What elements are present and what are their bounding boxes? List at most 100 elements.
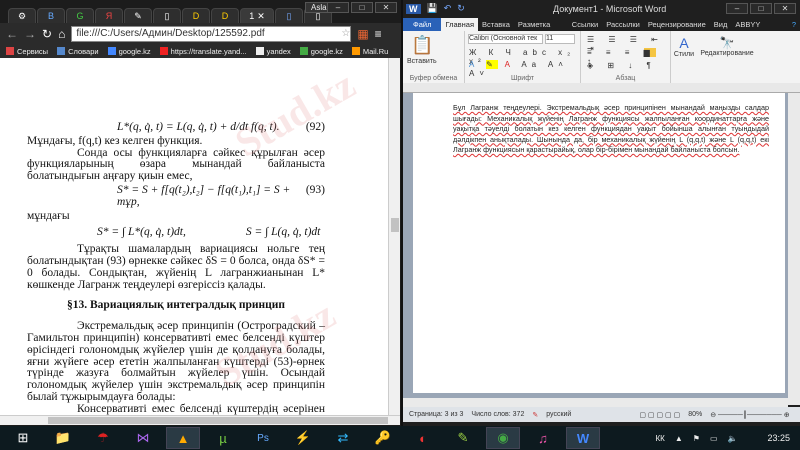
browser-tab[interactable]: ▯ <box>275 8 303 23</box>
ruler <box>403 83 800 93</box>
word-window: W 💾 ↶ ↻ Документ1 - Microsoft Word – □ ✕ Ф… <box>403 0 800 426</box>
editing-button[interactable]: 🔭 Редактирование <box>697 31 757 83</box>
network-icon[interactable]: ▭ <box>710 434 718 443</box>
star-icon[interactable]: ☆ <box>341 28 350 39</box>
browser-tab[interactable]: D <box>182 8 210 23</box>
word-icon[interactable]: W <box>566 427 600 449</box>
vertical-scrollbar[interactable] <box>388 58 400 415</box>
font-size-select[interactable]: 11 <box>545 34 575 44</box>
bookmark[interactable]: https://translate.yand... <box>159 46 247 56</box>
paste-button[interactable]: Вставить <box>407 58 437 65</box>
zoom-slider[interactable]: ⊖ ─────┃─────── ⊕ <box>710 411 789 419</box>
paragraph: Тұрақты шамалардың вариациясы нольге тең… <box>27 243 325 291</box>
bookmark[interactable]: Словари <box>57 46 99 56</box>
section-heading: §13. Вариациялық интегралдық принцип <box>67 299 285 312</box>
menu-icon[interactable]: ≡ <box>375 27 382 41</box>
key-icon[interactable]: 🔑 <box>366 427 400 449</box>
back-icon[interactable]: ← <box>6 27 18 41</box>
scrollbar-thumb[interactable] <box>391 218 399 232</box>
itunes-icon[interactable]: ♫ <box>526 427 560 449</box>
binoculars-icon: 🔭 <box>719 36 735 50</box>
browser-tab[interactable]: G <box>66 8 94 23</box>
horizontal-scrollbar[interactable] <box>0 415 400 425</box>
bookmark[interactable]: Сервисы <box>6 46 48 56</box>
close-button[interactable]: ✕ <box>375 2 397 13</box>
close-icon[interactable]: ✕ <box>257 11 265 22</box>
minimize-button[interactable]: – <box>726 3 748 14</box>
language-indicator[interactable]: КК <box>656 434 665 443</box>
browser-tabs: ⚙ B G Я ✎ ▯ D D 1 ✕ ▯ ▯ <box>8 8 332 23</box>
equation-number: (92) <box>305 121 325 133</box>
close-button[interactable]: ✕ <box>774 3 796 14</box>
red-app-icon[interactable]: ◐ <box>406 427 440 449</box>
paragraph: Мұндағы, f(q,t) кез келген функция. <box>27 134 203 147</box>
extension-icon[interactable]: ▦ <box>357 27 368 41</box>
tab-references[interactable]: Ссылки <box>568 18 602 31</box>
styles-button[interactable]: A Стили <box>671 31 697 83</box>
forward-icon[interactable]: → <box>24 27 36 41</box>
save-icon[interactable]: 💾 <box>427 3 438 14</box>
tab-insert[interactable]: Вставка <box>478 18 514 31</box>
shading-buttons[interactable]: ◈ ⊞ ↓ ¶ <box>587 61 657 70</box>
umbrella-icon[interactable]: ☂ <box>86 427 120 449</box>
browser-tab[interactable]: ▯ <box>153 8 181 23</box>
browser-tab-active[interactable]: 1 ✕ <box>240 8 274 23</box>
maximize-button[interactable]: □ <box>750 3 772 14</box>
utorrent-icon[interactable]: µ <box>206 427 240 449</box>
horizontal-scrollbar[interactable] <box>403 398 788 407</box>
vertical-scrollbar[interactable] <box>788 93 800 405</box>
word-count[interactable]: Число слов: 372 <box>471 411 524 418</box>
help-icon[interactable]: ? <box>788 18 800 31</box>
font-name-select[interactable]: Calibri (Основной тек <box>468 34 543 44</box>
browser-tab[interactable]: D <box>211 8 239 23</box>
maximize-button[interactable]: □ <box>351 2 373 13</box>
bookmark[interactable]: Mail.Ru <box>351 46 388 56</box>
visual-studio-icon[interactable]: ⋈ <box>126 427 160 449</box>
page-count[interactable]: Страница: 3 из 3 <box>409 411 463 418</box>
tab-mailings[interactable]: Рассылки <box>602 18 644 31</box>
view-buttons[interactable]: ▢ ▢ ▢ ▢ ▢ <box>639 411 680 419</box>
scrollbar-thumb[interactable] <box>48 417 388 424</box>
equation-integrals: S* = ∫ L*(q, q̇, t)dt, S = ∫ L(q, q̇, t)d… <box>27 227 325 239</box>
paragraph: Консервативті емес белсенді күштердің әс… <box>27 402 325 415</box>
start-button[interactable]: ⊞ <box>6 427 40 449</box>
font-group: Calibri (Основной тек 11 Ж К Ч abc x₂ x²… <box>465 31 581 83</box>
bookmark[interactable]: google.kz <box>299 46 343 56</box>
flag-icon[interactable]: ⚑ <box>693 434 700 443</box>
home-icon[interactable]: ⌂ <box>58 27 65 41</box>
aimp-icon[interactable]: ▲ <box>166 427 200 449</box>
lightning-icon[interactable]: ⚡ <box>286 427 320 449</box>
volume-icon[interactable]: 🔈 <box>728 434 738 443</box>
clock[interactable]: 23:25 <box>767 433 790 443</box>
proofing-icon[interactable]: ✎ <box>532 411 538 419</box>
reload-icon[interactable]: ↻ <box>42 27 52 41</box>
document-page[interactable]: Бұл Лагранж теңдеулері. Экстремальдық әс… <box>413 93 785 393</box>
minimize-button[interactable]: – <box>327 2 349 13</box>
language[interactable]: русский <box>546 411 571 418</box>
address-bar[interactable]: file:///C:/Users/Админ/Desktop/125592.pd… <box>71 25 352 42</box>
tab-review[interactable]: Рецензирование <box>644 18 710 31</box>
browser-tab[interactable]: ✎ <box>124 8 152 23</box>
notepad-icon[interactable]: ✎ <box>446 427 480 449</box>
tab-view[interactable]: Вид <box>710 18 732 31</box>
teamviewer-icon[interactable]: ⇄ <box>326 427 360 449</box>
chrome-icon[interactable]: ◉ <box>486 427 520 449</box>
equation: L*(q, q̇, t) = L(q, q̇, t) + d/dt f(q, t… <box>117 121 280 133</box>
tab-home[interactable]: Главная <box>441 18 478 31</box>
show-hidden-icon[interactable]: ▲ <box>675 434 683 443</box>
bookmarks-bar: Сервисы Словари google.kz https://transl… <box>0 44 401 58</box>
bookmark[interactable]: google.kz <box>107 46 151 56</box>
bookmark[interactable]: yandex <box>255 46 291 56</box>
browser-tab[interactable]: Я <box>95 8 123 23</box>
browser-tab[interactable]: ⚙ <box>8 8 36 23</box>
zoom-level[interactable]: 80% <box>688 411 702 418</box>
browser-tab[interactable]: B <box>37 8 65 23</box>
explorer-icon[interactable]: 📁 <box>46 427 80 449</box>
word-title-bar: W 💾 ↶ ↻ Документ1 - Microsoft Word – □ ✕ <box>403 0 800 17</box>
photoshop-icon[interactable]: Ps <box>246 427 280 449</box>
tab-page-layout[interactable]: Разметка страниц <box>514 18 568 42</box>
tab-file[interactable]: Файл <box>403 18 442 31</box>
redo-icon[interactable]: ↻ <box>457 3 465 14</box>
undo-icon[interactable]: ↶ <box>444 3 452 14</box>
tab-abbyy[interactable]: ABBYY FineReader <box>731 18 787 42</box>
